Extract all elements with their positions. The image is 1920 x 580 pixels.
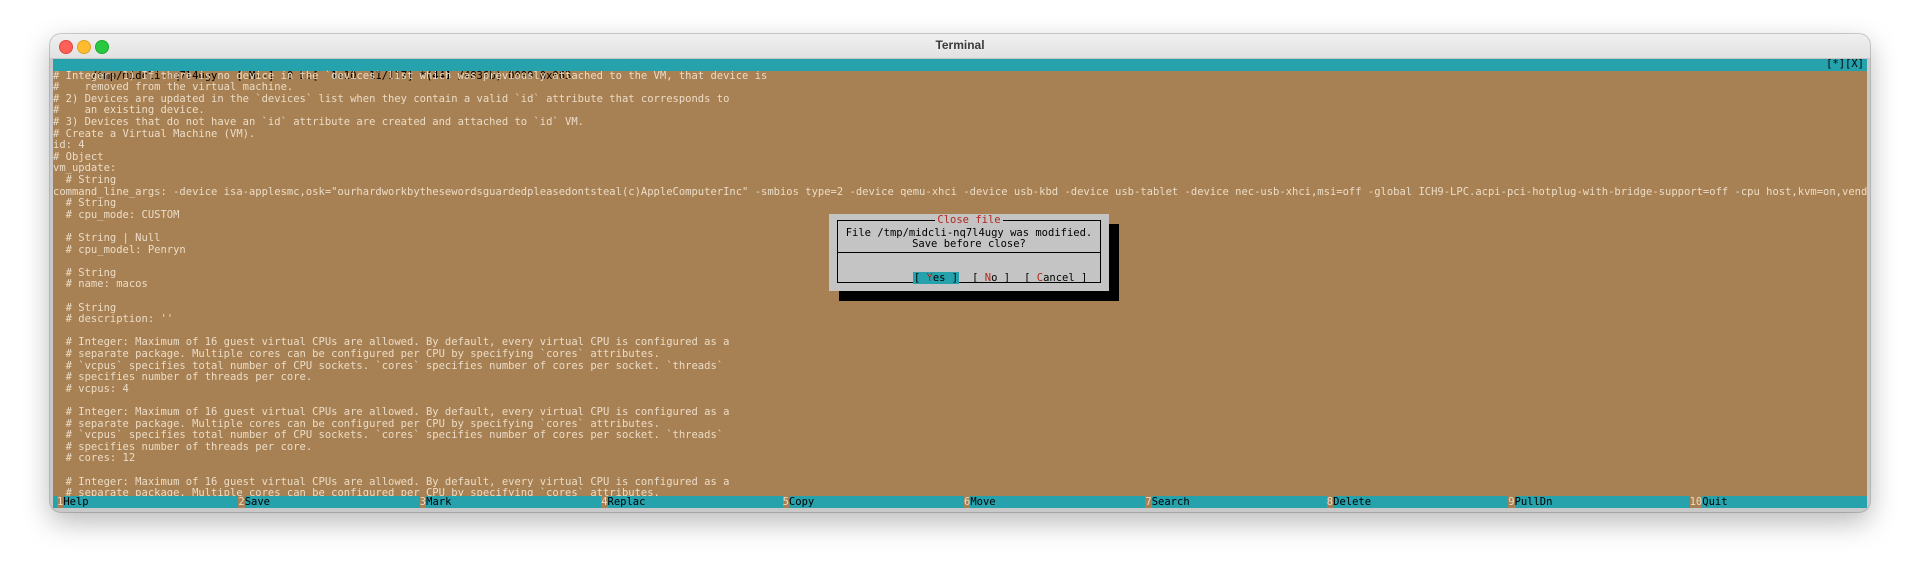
editor-line: # name: macos — [53, 278, 148, 291]
fkey-label: PullDn — [1514, 496, 1553, 508]
fkey-copy[interactable]: 5Copy — [782, 496, 815, 508]
editor-line: # description: '' — [53, 313, 174, 326]
fkey-quit[interactable]: 10Quit — [1689, 496, 1728, 508]
fkey-pulldn[interactable]: 9PullDn — [1508, 496, 1552, 508]
fkey-search[interactable]: 7Search — [1145, 496, 1190, 508]
editor-line: # separate package. Multiple cores can b… — [53, 347, 660, 360]
dialog-message-line-2: Save before close? — [912, 238, 1026, 250]
fkey-delete[interactable]: 8Delete — [1326, 496, 1372, 508]
dialog-buttons: [ Yes ] [ No ] [ Cancel ] — [838, 260, 1100, 296]
editor-window-controls[interactable]: [*][X] — [1826, 59, 1864, 71]
editor-line: # String | Null — [53, 231, 161, 244]
fkey-label: Quit — [1702, 496, 1728, 508]
yes-button[interactable]: [ Yes ] — [912, 272, 960, 284]
function-key-bar: 1Help 2Save 3Mark 4Replac 5Copy 6Move 7Search 8… — [53, 496, 1867, 508]
editor-line: # cores: 12 — [53, 452, 136, 465]
fkey-label: Help — [63, 496, 89, 508]
editor-line: # String — [53, 173, 117, 186]
window-title: Terminal — [935, 38, 985, 52]
dialog-frame: Close file File /tmp/midcli-nq7l4ugy was… — [837, 214, 1101, 284]
editor-line: # cpu_mode: CUSTOM — [53, 208, 180, 221]
terminal-window: Terminal /tmp/midcli-nq7l4ugy [-M--] 0 L… — [50, 34, 1870, 512]
editor-status-bar: /tmp/midcli-nq7l4ugy [-M--] 0 L:[ 1+10 1… — [53, 59, 1867, 81]
cancel-button[interactable]: [ Cancel ] — [1023, 272, 1088, 284]
editor-line: # 3) Devices that do not have an `id` at… — [53, 115, 585, 128]
editor-line: # cpu_model: Penryn — [53, 243, 186, 256]
fkey-move[interactable]: 6Move — [964, 496, 996, 508]
no-button[interactable]: [ No ] — [971, 272, 1011, 284]
fkey-label: Save — [244, 496, 271, 508]
fkey-label: Replac — [607, 496, 646, 508]
editor-line: # vcpus: 4 — [53, 382, 129, 395]
fkey-label: Copy — [788, 496, 815, 508]
fkey-replac[interactable]: 4Replac — [601, 496, 645, 508]
fkey-mark[interactable]: 3Mark — [419, 496, 452, 508]
fkey-label: Mark — [426, 496, 452, 508]
fkey-number: 10 — [1689, 496, 1703, 508]
fkey-label: Search — [1151, 496, 1190, 508]
fkey-label: Delete — [1333, 496, 1372, 508]
terminal-content[interactable]: /tmp/midcli-nq7l4ugy [-M--] 0 L:[ 1+10 1… — [53, 59, 1867, 508]
close-file-dialog: Close file File /tmp/midcli-nq7l4ugy was… — [829, 214, 1109, 291]
editor-line: command_line_args: -device isa-applesmc,… — [53, 185, 1867, 198]
dialog-separator — [838, 252, 1100, 253]
dialog-title: Close file — [935, 214, 1003, 226]
fkey-save[interactable]: 2Save — [238, 496, 270, 508]
fkey-help[interactable]: 1Help — [57, 496, 89, 508]
title-bar: Terminal — [50, 34, 1870, 59]
editor-line: # Integer: Maximum of 16 guest virtual C… — [53, 405, 730, 418]
fkey-label: Move — [970, 496, 996, 508]
